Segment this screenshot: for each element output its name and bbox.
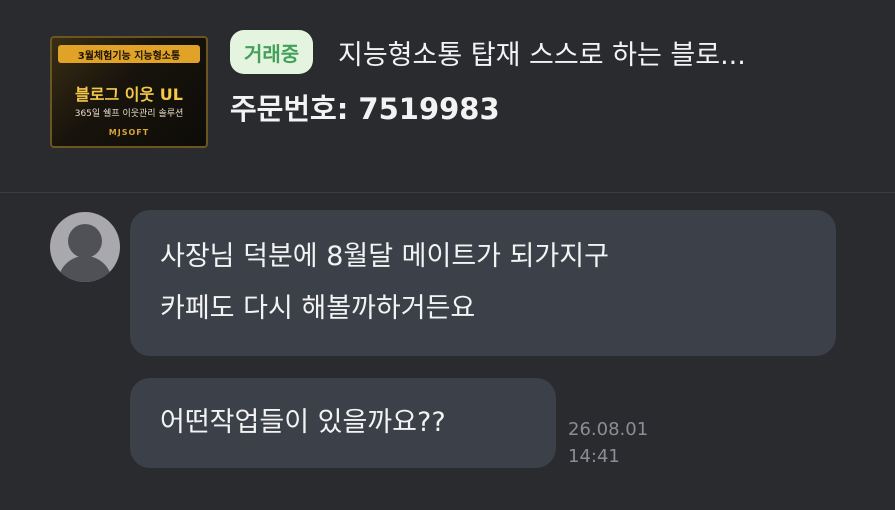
thumbnail-brand: MJSOFT — [108, 128, 150, 137]
message-timestamp: 26.08.01 14:41 — [568, 416, 648, 470]
order-number: 주문번호: 7519983 — [230, 92, 500, 126]
message-bubble[interactable]: 사장님 덕분에 8월달 메이트가 되가지구 카페도 다시 해볼까하거든요 — [130, 210, 836, 356]
thumbnail-subtitle: 365일 쉘프 이웃관리 솔루션 — [74, 109, 184, 119]
chat-header: 3월체험기능 지능형소통 블로그 이웃 UL 365일 쉘프 이웃관리 솔루션 … — [0, 0, 895, 193]
message-line: 카페도 다시 해볼까하거든요 — [160, 293, 476, 324]
avatar-head-shape — [68, 224, 102, 258]
message-date: 26.08.01 — [568, 419, 649, 440]
message-time: 14:41 — [568, 446, 620, 467]
product-thumbnail[interactable]: 3월체험기능 지능형소통 블로그 이웃 UL 365일 쉘프 이웃관리 솔루션 … — [50, 36, 208, 148]
message-line: 어떤작업들이 있을까요?? — [160, 407, 446, 438]
product-title[interactable]: 지능형소통 탑재 스스로 하는 블로... — [338, 33, 746, 72]
message-line: 사장님 덕분에 8월달 메이트가 되가지구 — [160, 241, 609, 272]
avatar[interactable] — [50, 212, 120, 282]
avatar-body-shape — [58, 256, 112, 282]
message-bubble[interactable]: 어떤작업들이 있을까요?? — [130, 378, 556, 468]
status-badge: 거래중 — [230, 30, 314, 74]
thumbnail-title: 블로그 이웃 UL — [75, 85, 183, 104]
thumbnail-top-label: 3월체험기능 지능형소통 — [58, 45, 200, 63]
